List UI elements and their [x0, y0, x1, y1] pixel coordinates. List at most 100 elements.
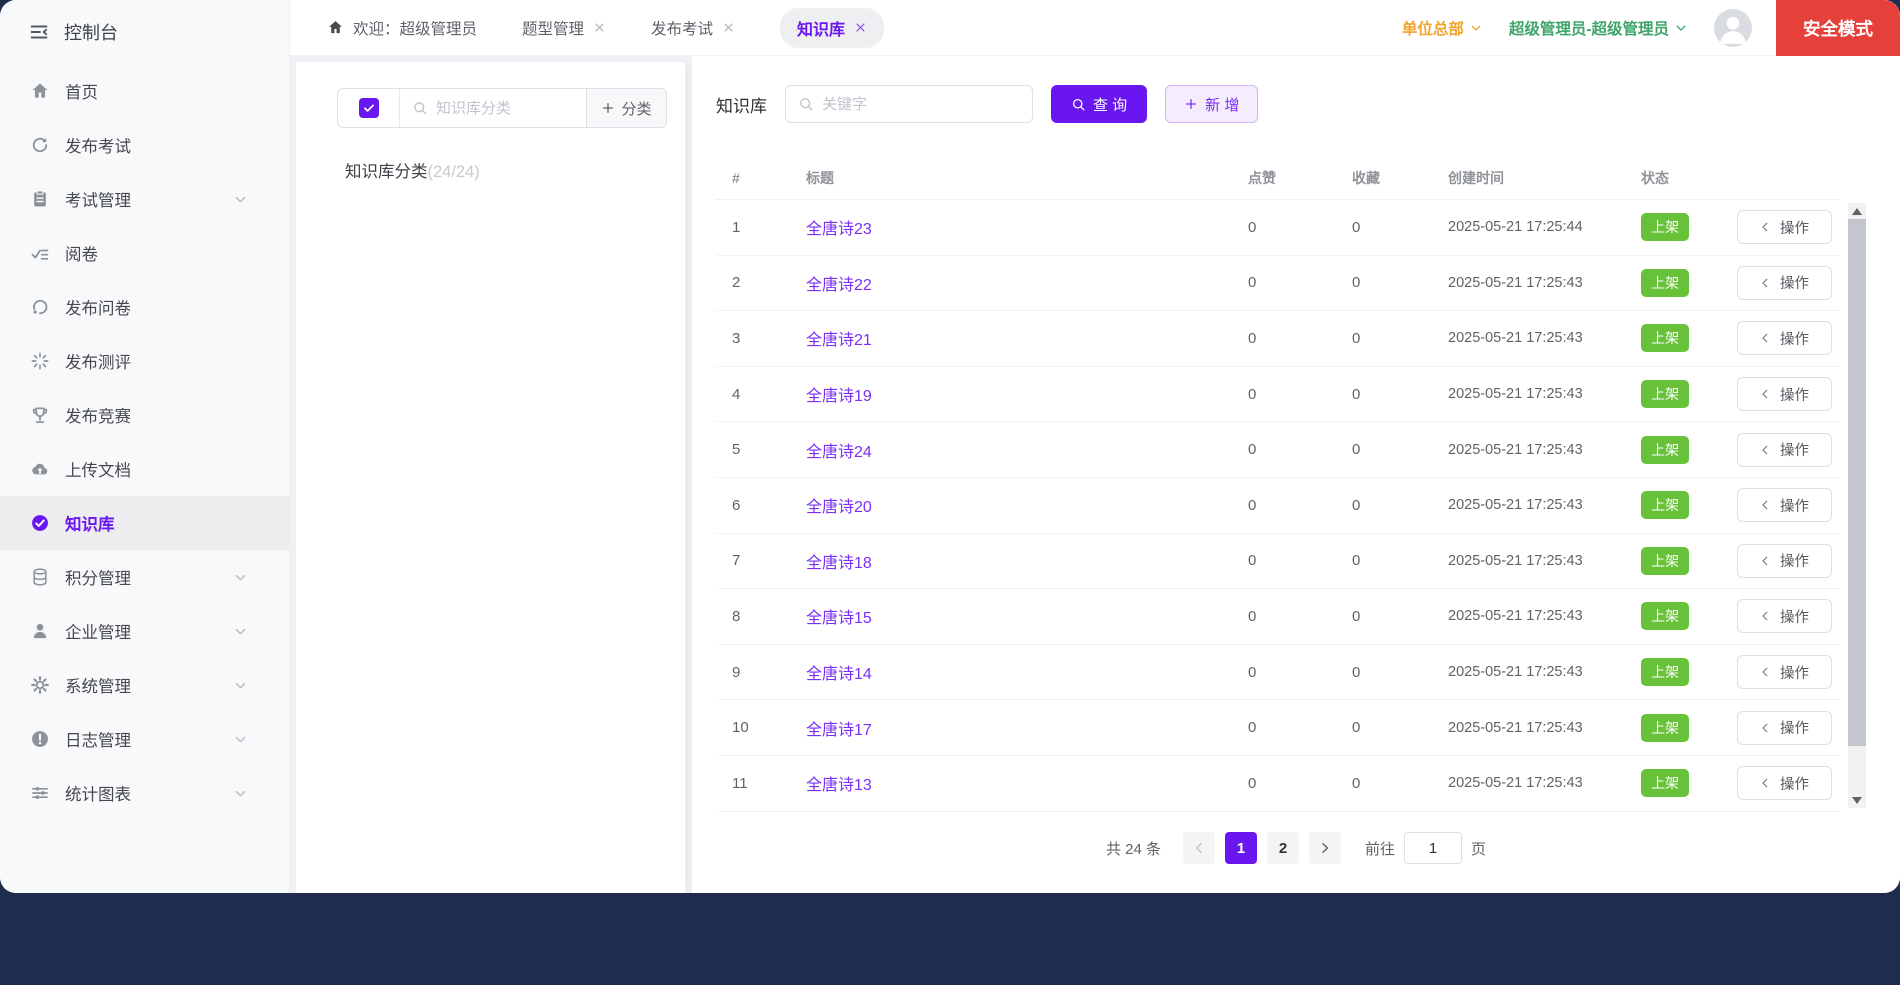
console-label: 控制台 — [64, 19, 118, 45]
tab[interactable]: 题型管理 — [522, 17, 606, 39]
action-button[interactable]: 操作 — [1737, 488, 1832, 522]
keyword-input[interactable] — [822, 96, 1032, 113]
chevron-left-icon — [1759, 221, 1771, 233]
action-button[interactable]: 操作 — [1737, 544, 1832, 578]
category-panel: 分类 知识库分类(24/24) — [296, 62, 686, 893]
sidebar: 控制台 首页 发布考试 — [0, 0, 290, 893]
sidebar-item[interactable]: 系统管理 — [0, 658, 289, 712]
add-button[interactable]: 新 增 — [1165, 85, 1258, 123]
action-button[interactable]: 操作 — [1737, 321, 1832, 355]
row-created: 2025-05-21 17:25:43 — [1438, 386, 1632, 402]
sidebar-item[interactable]: 首页 — [0, 64, 289, 118]
goto-input[interactable] — [1404, 832, 1462, 864]
chevron-left-icon — [1759, 666, 1771, 678]
row-created: 2025-05-21 17:25:43 — [1438, 608, 1632, 624]
query-button[interactable]: 查 询 — [1051, 85, 1147, 123]
plus-icon — [1184, 97, 1198, 111]
sidebar-item[interactable]: 发布问卷 — [0, 280, 289, 334]
table-row: 5 全唐诗24 0 0 2025-05-21 17:25:43 上架 操作 — [716, 422, 1840, 478]
row-title-link[interactable]: 全唐诗19 — [806, 388, 872, 405]
tab[interactable]: 发布考试 — [651, 17, 735, 39]
action-button[interactable]: 操作 — [1737, 655, 1832, 689]
chevron-left-icon — [1759, 444, 1771, 456]
table-row: 1 全唐诗23 0 0 2025-05-21 17:25:44 上架 操作 — [716, 200, 1840, 256]
scroll-down-icon[interactable] — [1848, 792, 1866, 808]
sidebar-item[interactable]: 企业管理 — [0, 604, 289, 658]
table-row: 9 全唐诗14 0 0 2025-05-21 17:25:43 上架 操作 — [716, 645, 1840, 701]
tab[interactable]: 欢迎：超级管理员 — [327, 17, 477, 39]
action-button[interactable]: 操作 — [1737, 433, 1832, 467]
tab[interactable]: 知识库 — [780, 8, 884, 48]
row-index: 8 — [716, 608, 789, 625]
tab-close-icon[interactable] — [854, 21, 867, 34]
category-search-input[interactable] — [436, 100, 586, 117]
sidebar-item-label: 首页 — [65, 79, 263, 103]
sidebar-item[interactable]: 考试管理 — [0, 172, 289, 226]
sidebar-item[interactable]: 发布竞赛 — [0, 388, 289, 442]
sidebar-item[interactable]: 日志管理 — [0, 712, 289, 766]
row-title-link[interactable]: 全唐诗21 — [806, 332, 872, 349]
home-icon — [327, 19, 344, 36]
check-circle-icon — [30, 513, 50, 533]
sidebar-item[interactable]: 上传文档 — [0, 442, 289, 496]
row-index: 2 — [716, 274, 789, 291]
chevron-left-icon — [1759, 722, 1771, 734]
row-favorites: 0 — [1342, 664, 1438, 681]
add-category-button[interactable]: 分类 — [586, 89, 666, 127]
row-title-link[interactable]: 全唐诗13 — [806, 777, 872, 794]
row-index: 4 — [716, 386, 789, 403]
row-index: 1 — [716, 219, 789, 236]
header-created: 创建时间 — [1438, 168, 1632, 188]
page-button[interactable]: 2 — [1267, 832, 1299, 864]
category-list-title: 知识库分类(24/24) — [345, 158, 480, 182]
org-dropdown[interactable]: 单位总部 — [1402, 17, 1483, 39]
prev-page-button[interactable] — [1183, 832, 1215, 864]
safe-mode-button[interactable]: 安全模式 — [1776, 0, 1900, 56]
action-button[interactable]: 操作 — [1737, 599, 1832, 633]
main-toolbar: 知识库 查 询 新 增 — [716, 85, 1258, 123]
action-button[interactable]: 操作 — [1737, 210, 1832, 244]
row-likes: 0 — [1238, 441, 1342, 458]
table-row: 4 全唐诗19 0 0 2025-05-21 17:25:43 上架 操作 — [716, 367, 1840, 423]
action-button[interactable]: 操作 — [1737, 711, 1832, 745]
chevron-left-icon — [1759, 555, 1771, 567]
sidebar-item[interactable]: 阅卷 — [0, 226, 289, 280]
action-button[interactable]: 操作 — [1737, 266, 1832, 300]
row-title-link[interactable]: 全唐诗14 — [806, 666, 872, 683]
row-title-link[interactable]: 全唐诗15 — [806, 610, 872, 627]
row-title-link[interactable]: 全唐诗22 — [806, 277, 872, 294]
page-button[interactable]: 1 — [1225, 832, 1257, 864]
add-category-label: 分类 — [621, 98, 651, 119]
table-row: 8 全唐诗15 0 0 2025-05-21 17:25:43 上架 操作 — [716, 589, 1840, 645]
chevron-down-icon — [1469, 21, 1483, 35]
row-title-link[interactable]: 全唐诗24 — [806, 444, 872, 461]
action-button[interactable]: 操作 — [1737, 377, 1832, 411]
row-title-link[interactable]: 全唐诗23 — [806, 221, 872, 238]
sidebar-item[interactable]: 积分管理 — [0, 550, 289, 604]
knowledge-base-panel: 知识库 查 询 新 增 # — [692, 56, 1900, 893]
row-title-link[interactable]: 全唐诗18 — [806, 555, 872, 572]
scroll-up-icon[interactable] — [1848, 203, 1866, 219]
row-title-link[interactable]: 全唐诗20 — [806, 499, 872, 516]
avatar[interactable] — [1714, 9, 1752, 47]
user-dropdown[interactable]: 超级管理员-超级管理员 — [1509, 17, 1688, 39]
trophy-icon — [30, 405, 50, 425]
select-all-checkbox[interactable] — [359, 98, 379, 118]
console-collapse-toggle[interactable]: 控制台 — [0, 0, 289, 64]
header-status: 状态 — [1632, 168, 1728, 188]
grading-icon — [30, 243, 50, 263]
row-title-link[interactable]: 全唐诗17 — [806, 722, 872, 739]
sidebar-item[interactable]: 知识库 — [0, 496, 289, 550]
table-scrollbar[interactable] — [1848, 203, 1866, 808]
scroll-thumb[interactable] — [1848, 219, 1866, 746]
action-button[interactable]: 操作 — [1737, 766, 1832, 800]
tab-close-icon[interactable] — [593, 21, 606, 34]
tab-close-icon[interactable] — [722, 21, 735, 34]
sidebar-item[interactable]: 发布考试 — [0, 118, 289, 172]
sidebar-item[interactable]: 发布测评 — [0, 334, 289, 388]
sidebar-nav: 首页 发布考试 考试管理 — [0, 64, 289, 820]
chevron-down-icon — [233, 570, 248, 585]
next-page-button[interactable] — [1309, 832, 1341, 864]
sidebar-item-label: 发布考试 — [65, 133, 263, 157]
sidebar-item[interactable]: 统计图表 — [0, 766, 289, 820]
